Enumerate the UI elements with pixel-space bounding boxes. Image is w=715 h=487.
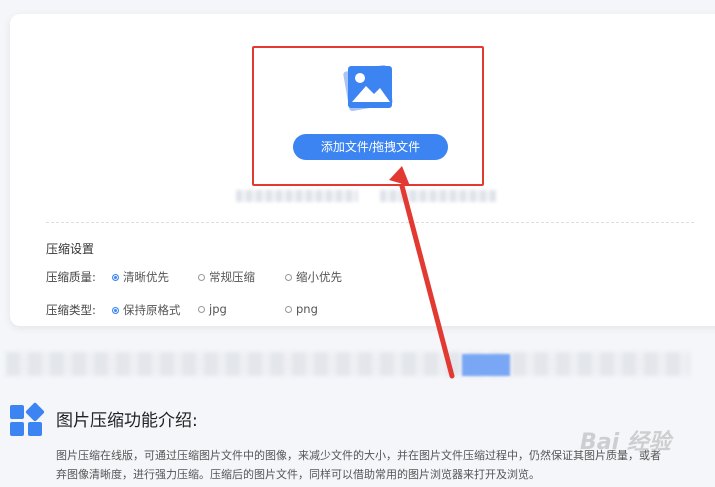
add-file-button[interactable]: 添加文件/拖拽文件 <box>293 134 448 160</box>
page: 添加文件/拖拽文件 压缩设置 压缩质量: 清晰优先 常规压缩 缩小优先 压缩类型… <box>0 0 715 487</box>
divider <box>46 222 694 223</box>
radio-icon <box>198 305 205 313</box>
intro-title: 图片压缩功能介绍: <box>56 411 198 431</box>
radio-checked-icon <box>112 306 119 314</box>
quality-option-normal[interactable]: 常规压缩 <box>198 269 255 285</box>
blurred-hint-right <box>380 190 496 202</box>
intro-line-2: 弃图像清晰度，进行强力压缩。压缩后的图片文件，同样可以借助常用的图片浏览器来打开… <box>56 468 540 481</box>
option-label: 保持原格式 <box>123 303 181 317</box>
blurred-banner <box>6 352 690 376</box>
type-label: 压缩类型: <box>46 303 96 317</box>
radio-icon <box>198 273 205 281</box>
quality-label: 压缩质量: <box>46 270 96 284</box>
image-icon <box>343 64 393 112</box>
option-label: jpg <box>209 302 227 316</box>
radio-checked-icon <box>112 273 119 281</box>
blurred-hint-left <box>236 190 358 202</box>
feature-grid-icon <box>10 402 45 436</box>
option-label: png <box>296 302 318 316</box>
radio-icon <box>285 305 292 313</box>
upload-dropzone[interactable]: 添加文件/拖拽文件 <box>252 46 484 186</box>
quality-option-small[interactable]: 缩小优先 <box>285 269 342 285</box>
type-option-png[interactable]: png <box>285 302 318 316</box>
type-option-original[interactable]: 保持原格式 <box>112 302 181 318</box>
blurred-banner-highlight <box>462 354 510 376</box>
radio-icon <box>285 273 292 281</box>
type-option-jpg[interactable]: jpg <box>198 302 227 316</box>
option-label: 清晰优先 <box>123 270 169 284</box>
quality-option-clear[interactable]: 清晰优先 <box>112 269 169 285</box>
settings-title: 压缩设置 <box>46 242 95 256</box>
option-label: 缩小优先 <box>296 270 342 284</box>
option-label: 常规压缩 <box>209 270 255 284</box>
watermark: Bai 经验 <box>580 430 671 455</box>
